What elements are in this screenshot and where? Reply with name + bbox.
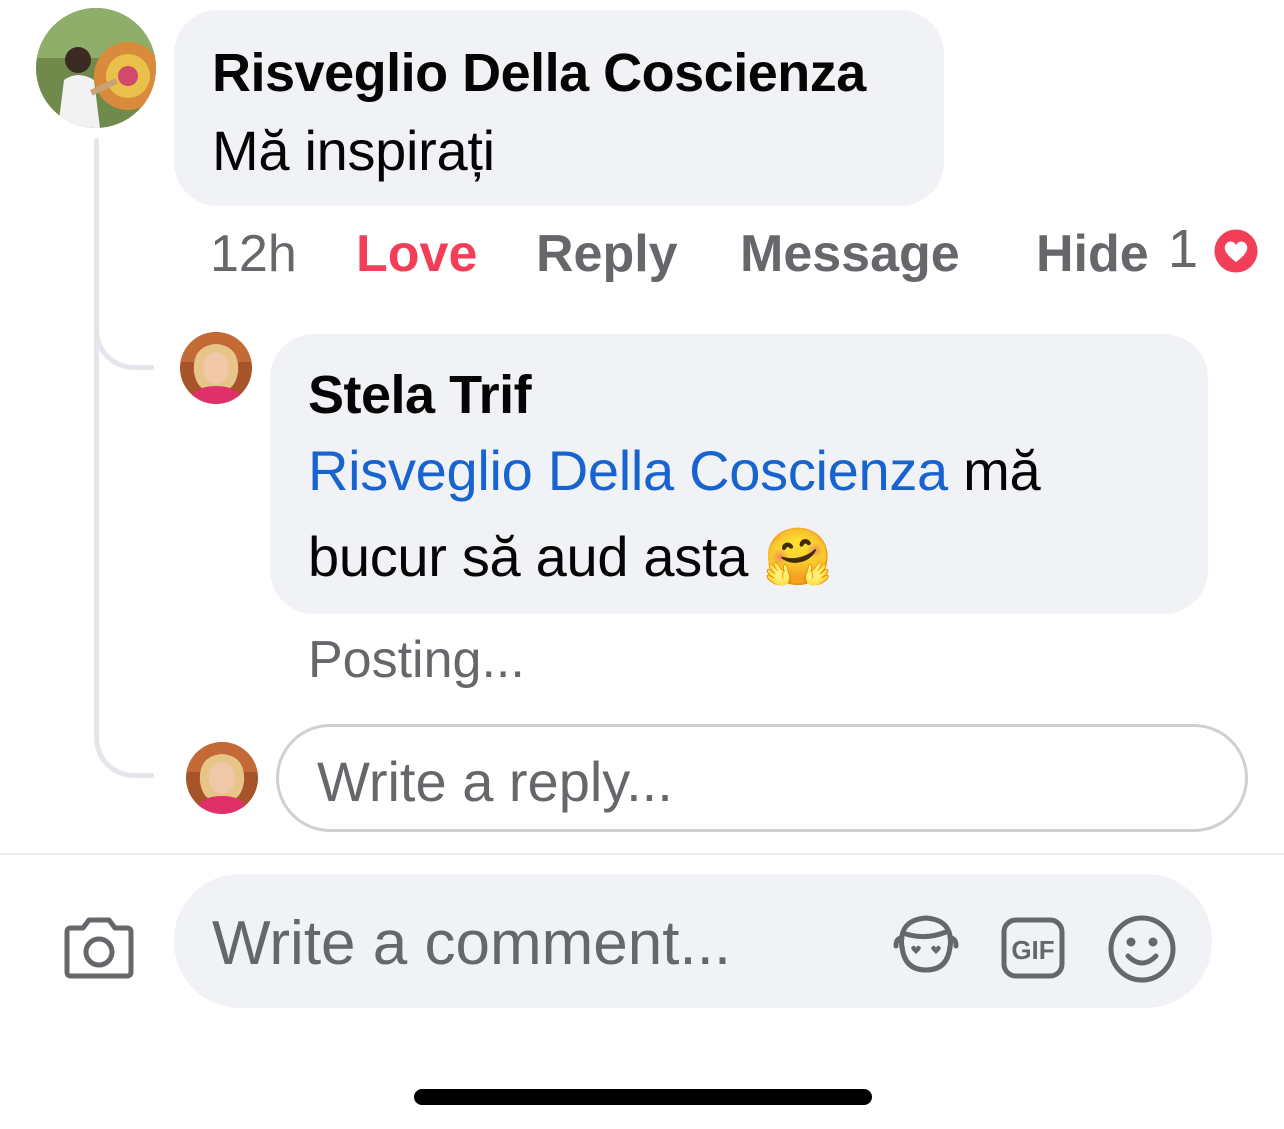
reply-text-line-2: bucur să aud asta 🤗	[308, 524, 833, 590]
comment-composer[interactable]: Write a comment... GIF	[174, 874, 1212, 1008]
reply-text-line-1: Risveglio Della Coscienza mă	[308, 438, 1041, 503]
comment-text: Mă inspirați	[212, 119, 495, 182]
reply-author[interactable]: Stela Trif	[308, 364, 532, 426]
love-reaction-button[interactable]: Love	[356, 224, 477, 284]
thread-connector-input	[94, 724, 154, 778]
reply-bubble[interactable]: Stela Trif Risveglio Della Coscienza mă …	[270, 334, 1208, 614]
reply-input-placeholder: Write a reply...	[317, 750, 673, 813]
hide-button[interactable]: Hide	[1036, 224, 1149, 284]
thread-line	[94, 138, 99, 738]
hugging-face-emoji: 🤗	[763, 525, 833, 588]
commenter-avatar[interactable]	[36, 8, 156, 128]
camera-icon[interactable]	[60, 912, 138, 984]
composer-divider	[0, 853, 1284, 855]
reaction-count[interactable]: 1	[1168, 218, 1198, 280]
gif-label: GIF	[1011, 935, 1054, 965]
gif-icon[interactable]: GIF	[1000, 916, 1066, 980]
heart-icon[interactable]	[1211, 226, 1261, 276]
message-button[interactable]: Message	[740, 224, 960, 284]
emoji-icon[interactable]	[1106, 914, 1178, 984]
comment-bubble[interactable]: Risveglio Della Coscienza Mă inspirați	[174, 10, 944, 206]
current-user-avatar	[186, 742, 258, 814]
reply-button[interactable]: Reply	[536, 224, 678, 284]
comment-author[interactable]: Risveglio Della Coscienza	[212, 42, 866, 104]
comment-input-placeholder: Write a comment...	[212, 909, 732, 978]
thread-connector-reply	[94, 318, 154, 370]
reply-author-avatar[interactable]	[180, 332, 252, 404]
reply-input[interactable]: Write a reply...	[276, 724, 1248, 832]
reply-text-rest: mă	[947, 439, 1041, 502]
avatar-sticker-icon[interactable]	[890, 912, 962, 976]
home-indicator[interactable]	[414, 1089, 872, 1105]
posting-status: Posting...	[308, 631, 525, 689]
mention-link[interactable]: Risveglio Della Coscienza	[308, 439, 948, 502]
comment-time[interactable]: 12h	[210, 224, 297, 284]
reply-text-line-2-content: bucur să aud asta	[308, 525, 764, 588]
